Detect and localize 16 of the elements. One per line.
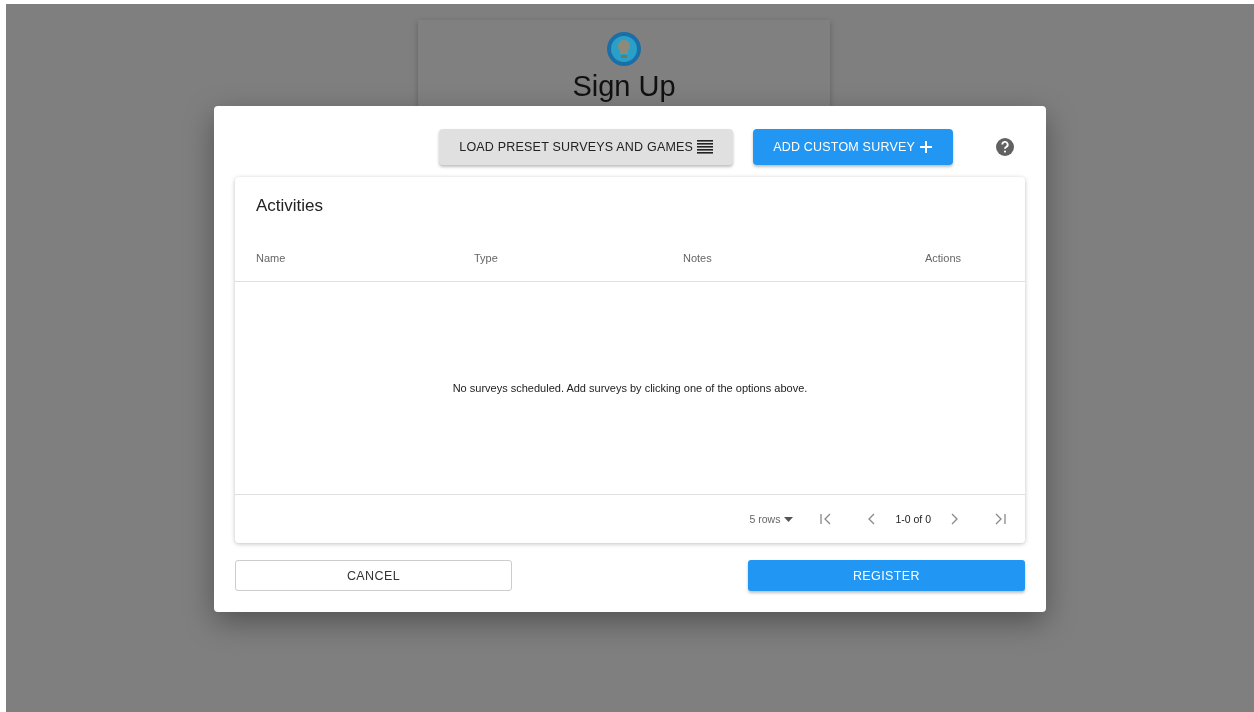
column-header: Type bbox=[474, 252, 499, 264]
cancel-button[interactable]: CANCEL bbox=[235, 560, 512, 591]
page-range: 1-0 of 0 bbox=[895, 513, 931, 525]
rows-per-page-select[interactable]: 5 rows bbox=[749, 513, 794, 525]
lightbulb-logo-icon bbox=[607, 32, 641, 66]
column-header: Actions bbox=[924, 252, 961, 264]
page-title: Sign Up bbox=[572, 70, 676, 103]
load-preset-button[interactable]: LOAD PRESET SURVEYS AND GAMES bbox=[439, 129, 734, 165]
card-title: Activities bbox=[255, 195, 325, 217]
help-icon[interactable] bbox=[995, 137, 1015, 157]
plus-icon bbox=[919, 140, 933, 154]
column-header: Notes bbox=[683, 252, 713, 264]
caret-icon bbox=[784, 516, 794, 522]
menu-icon bbox=[697, 140, 714, 154]
column-header: Name bbox=[256, 252, 287, 264]
empty-message: No surveys scheduled. Add surveys by clicking one of the options above. bbox=[452, 382, 808, 394]
